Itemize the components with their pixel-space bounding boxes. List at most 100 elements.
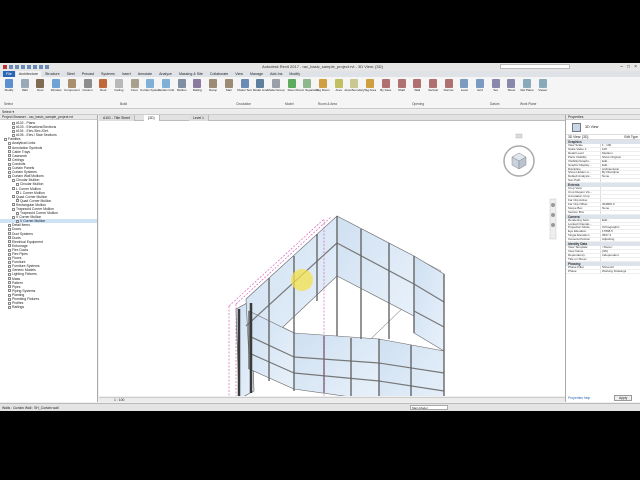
search-input[interactable] [500,64,570,69]
3d-viewport[interactable] [99,121,565,411]
expand-icon[interactable] [12,207,15,211]
property-value[interactable] [600,198,640,202]
ribbon-button-set[interactable]: Set [490,79,502,92]
ribbon-button-column[interactable]: Column [82,79,94,92]
expand-icon[interactable] [12,187,15,191]
view-scale[interactable]: 1 : 100 [114,398,124,402]
property-value[interactable]: Adjusting [600,238,640,242]
ribbon-button-vertical[interactable]: Vertical [427,79,439,92]
ribbon-button-curtain-system[interactable]: Curtain System [140,79,161,92]
property-value[interactable]: 100 [600,148,640,151]
ribbon-button-ref-plane[interactable]: Ref Plane [521,79,534,92]
property-value[interactable]: By Discipline [600,171,640,175]
expand-icon[interactable] [8,273,11,277]
app-menu-icon[interactable] [3,65,7,69]
ribbon-button-area-boundary[interactable]: Area Boundary [344,79,364,92]
expand-icon[interactable] [8,281,11,285]
expand-icon[interactable] [8,285,11,289]
property-value[interactable] [600,210,640,214]
property-value[interactable] [600,257,640,261]
expand-icon[interactable] [8,146,11,150]
property-value[interactable] [600,187,640,191]
browser-item[interactable]: Railings [0,305,97,309]
3d-view-icon[interactable] [45,65,49,69]
property-value[interactable]: Medium [600,151,640,155]
close-icon[interactable]: × [634,64,637,70]
open-icon[interactable] [9,65,13,69]
expand-icon[interactable] [8,240,11,244]
property-value[interactable]: Show All [600,265,640,269]
save-icon[interactable] [15,65,19,69]
property-value[interactable]: Edit... [600,159,640,163]
property-value[interactable]: Edit... [600,218,640,222]
ribbon-button-window[interactable]: Window [50,79,62,92]
ribbon-button-modify[interactable]: Modify [3,79,15,92]
type-selector[interactable]: 3D View [566,120,640,135]
ribbon-button-by-face[interactable]: By Face [380,79,392,92]
expand-icon[interactable] [12,195,15,199]
ribbon-button-shaft[interactable]: Shaft [396,79,408,92]
property-value[interactable]: 304800.0 [600,202,640,206]
ribbon-button-roof[interactable]: Roof [97,79,109,92]
ribbon-button-curtain-grid[interactable]: Curtain Grid [158,79,174,92]
property-value[interactable]: 3607.4 [600,234,640,238]
property-value[interactable]: <None> [600,246,640,250]
ribbon-button-wall[interactable]: Wall [19,79,31,92]
expand-icon[interactable] [8,236,11,240]
property-value[interactable]: {3D} [600,250,640,254]
expand-icon[interactable] [12,178,15,182]
ribbon-button-model-group[interactable]: Model Group [267,79,285,92]
ribbon-button-area[interactable]: Area [333,79,345,92]
ribbon-button-stair[interactable]: Stair [223,79,235,92]
redo-icon[interactable] [27,65,31,69]
ribbon-button-floor[interactable]: Floor [129,79,141,92]
expand-icon[interactable] [8,142,11,146]
view-cube[interactable] [503,133,535,177]
expand-icon[interactable] [4,137,7,141]
property-value[interactable]: Show Original [600,155,640,159]
minimize-icon[interactable]: – [620,64,623,70]
ribbon-button-level[interactable]: Level [458,79,470,92]
apply-button[interactable]: Apply [614,395,633,401]
ribbon-button-mullion[interactable]: Mullion [176,79,188,92]
ribbon-button-dormer[interactable]: Dormer [443,79,455,92]
expand-icon[interactable] [8,232,11,236]
ribbon-button-railing[interactable]: Railing [191,79,203,92]
expand-icon[interactable] [8,305,11,309]
expand-icon[interactable] [8,228,11,232]
expand-icon[interactable] [12,215,15,219]
measure-icon[interactable] [39,65,43,69]
expand-icon[interactable] [8,277,11,281]
properties-help-link[interactable]: Properties help Apply [568,395,633,401]
ribbon-button-grid[interactable]: Grid [474,79,486,92]
property-value[interactable]: Independent [600,254,640,257]
property-value[interactable]: None [600,175,640,179]
expand-icon[interactable] [8,150,11,154]
select-dropdown[interactable]: Select ▾ [2,110,14,114]
property-value[interactable]: 1 : 100 [600,144,640,148]
ribbon-button-room-separator[interactable]: Room Separator [296,79,318,92]
ribbon-button-tag-room[interactable]: Tag Room [316,79,330,92]
ribbon-button-show[interactable]: Show [505,79,517,92]
property-value[interactable]: Architectural [600,167,640,171]
ribbon-button-wall[interactable]: Wall [411,79,423,92]
ribbon-button-viewer[interactable]: Viewer [537,79,549,92]
expand-icon[interactable] [8,154,11,158]
maximize-icon[interactable]: □ [627,64,630,70]
undo-icon[interactable] [21,65,25,69]
print-icon[interactable] [33,65,37,69]
property-value[interactable]: None [600,206,640,210]
property-value[interactable]: 17898.5 [600,230,640,234]
ribbon-button-model-line[interactable]: Model Line [253,79,268,92]
property-value[interactable] [600,191,640,195]
curtain-wall-model[interactable] [99,121,565,411]
property-value[interactable]: Orthographic [600,226,640,230]
ribbon-button-tag-area[interactable]: Tag Area [364,79,376,92]
edit-type-button[interactable]: Edit Type [624,135,638,139]
expand-icon[interactable] [8,244,11,248]
ribbon-button-component[interactable]: Component [64,79,80,92]
property-value[interactable] [600,222,640,226]
ribbon-button-door[interactable]: Door [34,79,46,92]
navigation-bar[interactable] [549,198,557,240]
expand-icon[interactable] [8,174,11,178]
